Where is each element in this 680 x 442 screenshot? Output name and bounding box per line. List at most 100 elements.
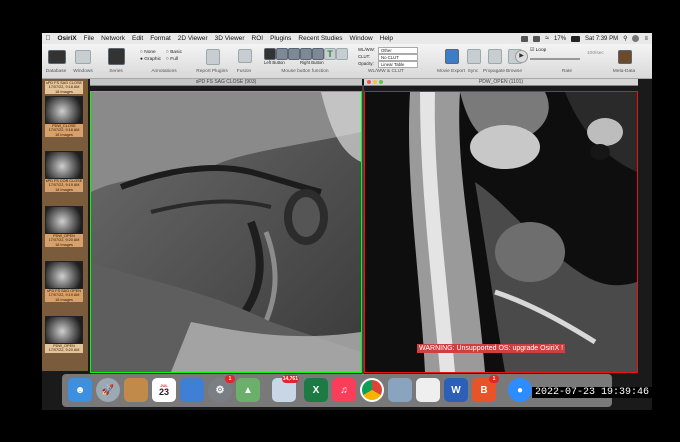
chrome-icon[interactable] bbox=[360, 378, 384, 402]
mouse-rotate-tool-icon[interactable] bbox=[300, 48, 312, 60]
series-thumb-label: PDW_CLOSE 17/07/22, 9:18 AM 18 Images bbox=[45, 124, 83, 138]
toolbar-label-windows: Windows bbox=[73, 69, 93, 74]
series-thumb[interactable]: sPD FS SAG CLOSE 17/07/22, 9:18 AM 18 Im… bbox=[45, 81, 83, 95]
movie-export-button[interactable] bbox=[445, 49, 459, 64]
annotation-none-radio[interactable]: ○ None bbox=[140, 50, 156, 55]
notes-app-icon[interactable] bbox=[124, 378, 148, 402]
propagate-button[interactable] bbox=[488, 49, 502, 64]
annotation-full-radio[interactable]: ○ Full bbox=[166, 57, 178, 62]
metadata-button[interactable] bbox=[618, 50, 632, 64]
play-button[interactable]: ▶ bbox=[515, 50, 528, 63]
series-thumb-image bbox=[45, 316, 83, 344]
excel-icon[interactable]: X bbox=[304, 378, 328, 402]
series-thumb[interactable]: sPD FS COR CLOSE 17/07/22, 9:19 AM 18 Im… bbox=[45, 151, 83, 193]
database-button[interactable] bbox=[48, 50, 66, 64]
viewer-toolbar: Database Windows Series ○ None ● Graphic… bbox=[42, 44, 652, 79]
viewer-left-image[interactable] bbox=[90, 91, 362, 373]
dropbox-icon[interactable] bbox=[521, 35, 529, 42]
preview-app-icon[interactable] bbox=[388, 378, 412, 402]
mouse-wlww-tool-icon[interactable] bbox=[264, 48, 276, 60]
loop-checkbox[interactable]: ☑ Loop bbox=[530, 48, 546, 53]
menu-edit[interactable]: Edit bbox=[128, 35, 146, 42]
wifi-icon[interactable]: ≈ bbox=[545, 35, 549, 42]
clut-label: CLUT: bbox=[358, 54, 370, 59]
toolbar-label-wlww-clut: WL/WW & CLUT bbox=[368, 69, 404, 74]
menu-file[interactable]: File bbox=[80, 35, 97, 42]
apple-menu-icon[interactable]:  bbox=[42, 35, 54, 42]
mouse-3d-tool-icon[interactable] bbox=[312, 48, 324, 60]
zoom-app-icon[interactable]: ● bbox=[508, 378, 532, 402]
wlww-select[interactable]: Other bbox=[378, 47, 418, 54]
window-close-icon[interactable] bbox=[367, 80, 371, 84]
right-button-label: Right Button bbox=[300, 60, 324, 65]
menu-clock[interactable]: Sat 7:39 PM bbox=[585, 36, 618, 42]
mouse-move-tool-icon[interactable] bbox=[276, 48, 288, 60]
textedit-icon[interactable] bbox=[416, 378, 440, 402]
menu-recent-studies[interactable]: Recent Studies bbox=[295, 35, 346, 42]
loop-label: Loop bbox=[535, 48, 547, 53]
keynote-icon[interactable] bbox=[180, 378, 204, 402]
clut-select[interactable]: No CLUT bbox=[378, 54, 418, 61]
fusion-button[interactable] bbox=[238, 49, 252, 63]
word-icon[interactable]: W bbox=[444, 378, 468, 402]
user-avatar-icon[interactable] bbox=[632, 35, 640, 42]
osirix-app-icon[interactable]: ▲ bbox=[236, 378, 260, 402]
photos-app-icon[interactable]: 14,761 bbox=[272, 375, 299, 402]
control-center-icon[interactable]: ≡ bbox=[644, 36, 648, 42]
annotation-full-label: Full bbox=[170, 57, 178, 62]
series-thumb[interactable]: PDW_OPEN 17/07/22, 9:20 AM bbox=[45, 316, 83, 353]
menu-plugins[interactable]: Plugins bbox=[267, 35, 295, 42]
report-plugin-button[interactable] bbox=[206, 49, 220, 65]
menu-network[interactable]: Network bbox=[98, 35, 129, 42]
system-preferences-icon[interactable]: ⚙ 1 bbox=[208, 375, 235, 402]
viewer-right-title-text: PDW_OPEN (1101) bbox=[478, 79, 524, 85]
menu-help[interactable]: Help bbox=[376, 35, 396, 42]
menu-3d-viewer[interactable]: 3D Viewer bbox=[211, 35, 248, 42]
battery-percent: 17% bbox=[554, 35, 567, 42]
menu-app-name[interactable]: OsiriX bbox=[54, 35, 80, 42]
annotation-basic-radio[interactable]: ○ Basic bbox=[166, 50, 182, 55]
toolbar-label-sync: Sync bbox=[467, 69, 479, 74]
rate-slider[interactable] bbox=[530, 58, 580, 60]
windows-layout-button[interactable] bbox=[75, 50, 91, 64]
brave-browser-icon[interactable]: B1 bbox=[472, 375, 499, 402]
desktop-screen:  OsiriX File Network Edit Format 2D Vie… bbox=[42, 33, 652, 410]
series-thumb-label: sPD FS COR CLOSE 17/07/22, 9:19 AM 18 Im… bbox=[45, 179, 83, 193]
text-roi-tool-icon[interactable]: T bbox=[324, 48, 336, 60]
opacity-select[interactable]: Linear Table bbox=[378, 61, 418, 68]
toolbar-label-series: Series bbox=[109, 69, 123, 74]
left-button-label: Left Button bbox=[264, 60, 285, 65]
series-layout-button[interactable] bbox=[108, 48, 125, 65]
rate-value: 100/sec bbox=[587, 51, 604, 56]
window-minimize-icon[interactable] bbox=[373, 80, 377, 84]
mouse-zoom-tool-icon[interactable] bbox=[288, 48, 300, 60]
series-thumb[interactable]: PDW_OPEN 17/07/22, 9:20 AM 18 Images bbox=[45, 206, 83, 248]
series-thumb[interactable]: PDW_CLOSE 17/07/22, 9:18 AM 18 Images bbox=[45, 96, 83, 138]
viewer-left-title[interactable]: sPD FS SAG CLOSE (903) bbox=[90, 79, 362, 86]
spotlight-icon[interactable]: ⚲ bbox=[623, 35, 627, 42]
finder-icon[interactable]: ☻ bbox=[68, 378, 92, 402]
toolbar-label-fusion: Fusion bbox=[236, 69, 252, 74]
sync-button[interactable] bbox=[467, 49, 481, 64]
chrome-logo-icon bbox=[362, 380, 382, 400]
window-zoom-icon[interactable] bbox=[379, 80, 383, 84]
music-icon[interactable]: ♫ bbox=[332, 378, 356, 402]
menu-2d-viewer[interactable]: 2D Viewer bbox=[174, 35, 211, 42]
launchpad-icon[interactable]: 🚀 bbox=[96, 378, 120, 402]
viewer-right-title[interactable]: PDW_OPEN (1101) bbox=[364, 79, 638, 86]
series-thumb-label: PDW_OPEN 17/07/22, 9:20 AM bbox=[45, 344, 83, 353]
roi-shape-tool-icon[interactable] bbox=[336, 48, 348, 60]
mri-left-image bbox=[91, 92, 361, 372]
calendar-icon[interactable]: JUL 23 bbox=[152, 378, 176, 402]
wlww-label: WL/WW: bbox=[358, 47, 375, 52]
viewer-right-image[interactable]: WARNING: Unsupported OS: upgrade OsiriX … bbox=[364, 91, 638, 373]
annotation-graphic-radio[interactable]: ● Graphic bbox=[140, 57, 161, 62]
brave-badge: 1 bbox=[489, 375, 499, 383]
menu-roi[interactable]: ROI bbox=[248, 35, 267, 42]
battery-icon[interactable] bbox=[571, 35, 581, 42]
display-icon[interactable] bbox=[533, 35, 541, 42]
menu-format[interactable]: Format bbox=[147, 35, 175, 42]
menu-window[interactable]: Window bbox=[346, 35, 376, 42]
macos-dock: ☻ 🚀 JUL 23 ⚙ 1 ▲ 14,761 X ♫ W B1 ● bbox=[62, 374, 612, 407]
series-thumb[interactable]: sPD FS SAG OPEN 17/07/22, 9:19 AM 18 Ima… bbox=[45, 261, 83, 303]
